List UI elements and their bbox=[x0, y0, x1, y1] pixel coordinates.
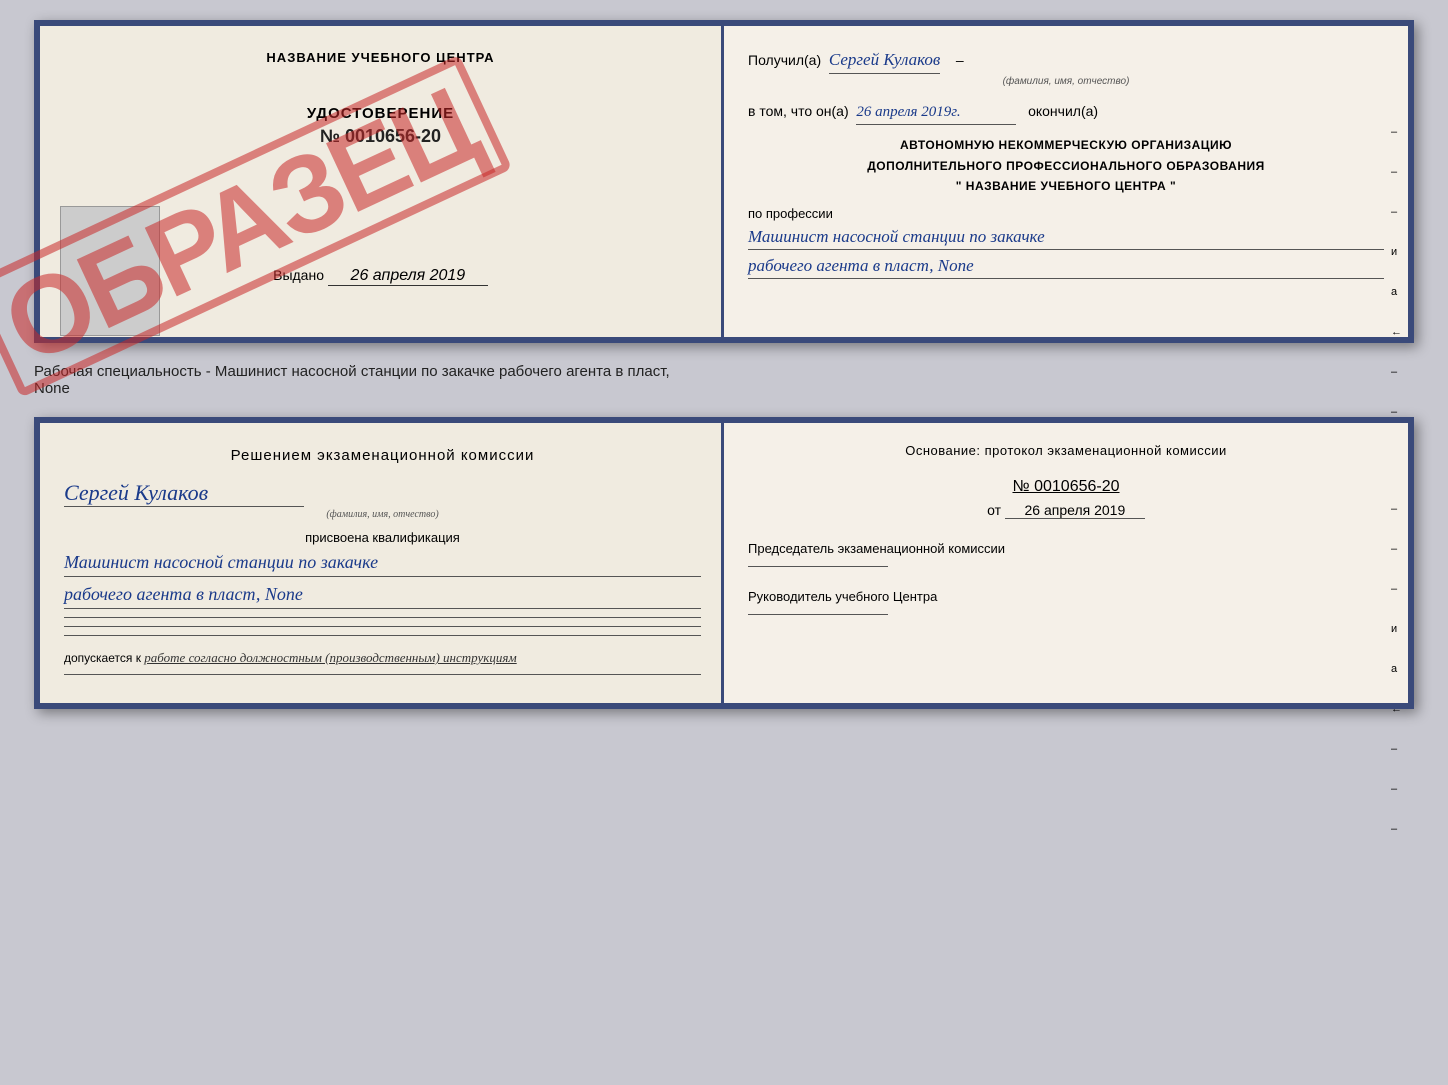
org-line1: АВТОНОМНУЮ НЕКОММЕРЧЕСКУЮ ОРГАНИЗАЦИЮ bbox=[748, 135, 1384, 155]
assigned-label: присвоена квалификация bbox=[64, 530, 701, 545]
org-line3: " НАЗВАНИЕ УЧЕБНОГО ЦЕНТРА " bbox=[748, 176, 1384, 196]
separator2 bbox=[64, 626, 701, 627]
right-side-marks: – – – и а ← – – – bbox=[1391, 126, 1402, 458]
date-prefix: от bbox=[987, 502, 1001, 518]
dopusk-label-text: допускается к bbox=[64, 651, 141, 665]
osnov-label: Основание: протокол экзаменационной коми… bbox=[748, 443, 1384, 458]
bottom-left-panel: Решением экзаменационной комиссии Сергей… bbox=[40, 423, 724, 703]
date-row: от 26 апреля 2019 bbox=[748, 502, 1384, 519]
dopusk-row: допускается к работе согласно должностны… bbox=[64, 650, 701, 666]
profession-label: по профессии bbox=[748, 206, 833, 221]
dopusk-text: работе согласно должностным (производств… bbox=[144, 650, 516, 665]
top-document: НАЗВАНИЕ УЧЕБНОГО ЦЕНТРА ОБРАЗЕЦ УДОСТОВ… bbox=[34, 20, 1414, 343]
received-row: Получил(а) Сергей Кулаков – (фамилия, им… bbox=[748, 46, 1384, 90]
finished-label: окончил(а) bbox=[1028, 103, 1098, 119]
name-row: Сергей Кулаков (фамилия, имя, отчество) bbox=[64, 480, 701, 520]
in-that-label: в том, что он(а) bbox=[748, 103, 849, 119]
issued-date: 26 апреля 2019 bbox=[328, 267, 488, 286]
bottom-profession-line1: Машинист насосной станции по закачке bbox=[64, 549, 701, 577]
received-label: Получил(а) bbox=[748, 52, 821, 68]
middle-text-line2: None bbox=[34, 380, 70, 397]
profession-block: по профессии Машинист насосной станции п… bbox=[748, 206, 1384, 279]
cert-block: УДОСТОВЕРЕНИЕ № 0010656-20 bbox=[60, 105, 701, 147]
date-value: 26 апреля 2019г. bbox=[856, 100, 1016, 125]
cert-number: № 0010656-20 bbox=[60, 126, 701, 147]
director-section: Руководитель учебного Центра bbox=[748, 587, 1384, 615]
org-line2: ДОПОЛНИТЕЛЬНОГО ПРОФЕССИОНАЛЬНОГО ОБРАЗО… bbox=[748, 156, 1384, 176]
middle-text-block: Рабочая специальность - Машинист насосно… bbox=[34, 359, 1414, 401]
chairman-section: Председатель экзаменационной комиссии bbox=[748, 539, 1384, 567]
separator4 bbox=[64, 674, 701, 675]
in-that-row: в том, что он(а) 26 апреля 2019г. окончи… bbox=[748, 100, 1384, 125]
photo-placeholder bbox=[60, 206, 160, 336]
commission-title: Решением экзаменационной комиссии bbox=[64, 447, 701, 464]
top-right-panel: Получил(а) Сергей Кулаков – (фамилия, им… bbox=[724, 26, 1408, 337]
top-left-panel: НАЗВАНИЕ УЧЕБНОГО ЦЕНТРА ОБРАЗЕЦ УДОСТОВ… bbox=[40, 26, 724, 337]
top-left-title: НАЗВАНИЕ УЧЕБНОГО ЦЕНТРА bbox=[60, 50, 701, 65]
bottom-document: Решением экзаменационной комиссии Сергей… bbox=[34, 417, 1414, 709]
protocol-number: № 0010656-20 bbox=[748, 478, 1384, 496]
middle-text-line1: Рабочая специальность - Машинист насосно… bbox=[34, 363, 670, 380]
director-sig-line bbox=[748, 614, 888, 615]
profession-line1: Машинист насосной станции по закачке bbox=[748, 225, 1384, 250]
chairman-label: Председатель экзаменационной комиссии bbox=[748, 539, 1384, 560]
fio-sublabel: (фамилия, имя, отчество) bbox=[748, 74, 1384, 90]
issued-label: Выдано bbox=[273, 267, 324, 283]
bottom-right-panel: Основание: протокол экзаменационной коми… bbox=[724, 423, 1408, 703]
protocol-date: 26 апреля 2019 bbox=[1005, 502, 1145, 519]
cert-label: УДОСТОВЕРЕНИЕ bbox=[60, 105, 701, 122]
chairman-sig-line bbox=[748, 566, 888, 567]
received-name: Сергей Кулаков bbox=[829, 46, 940, 74]
fio-label-bottom: (фамилия, имя, отчество) bbox=[64, 509, 701, 520]
bottom-right-side-marks: – – – и а ← – – – bbox=[1391, 503, 1402, 835]
org-block: АВТОНОМНУЮ НЕКОММЕРЧЕСКУЮ ОРГАНИЗАЦИЮ ДО… bbox=[748, 135, 1384, 196]
separator3 bbox=[64, 635, 701, 636]
name-handwritten: Сергей Кулаков bbox=[64, 480, 304, 507]
bottom-profession-line2: рабочего агента в пласт, None bbox=[64, 581, 701, 609]
director-label: Руководитель учебного Центра bbox=[748, 587, 1384, 608]
separator1 bbox=[64, 617, 701, 618]
profession-line2: рабочего агента в пласт, None bbox=[748, 254, 1384, 279]
